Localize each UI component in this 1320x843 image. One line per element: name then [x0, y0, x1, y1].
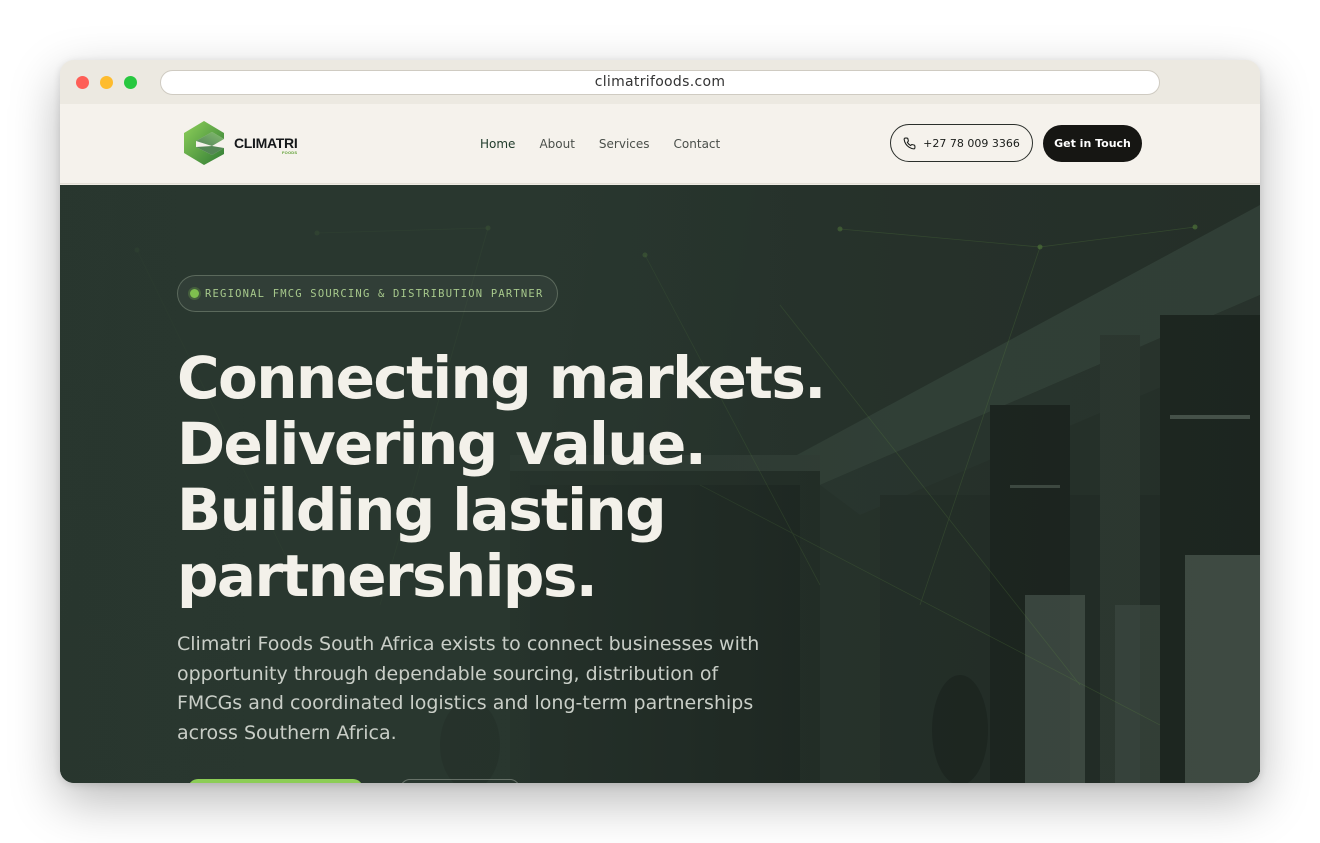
headline-line: Building lasting	[177, 476, 667, 544]
nav-link-about[interactable]: About	[539, 137, 574, 151]
headline-line: Connecting markets.	[177, 344, 826, 412]
headline-line: Delivering value.	[177, 410, 707, 478]
nav-link-contact[interactable]: Contact	[674, 137, 721, 151]
browser-window: climatrifoods.com CLIMATRI FOODS Home Ab…	[60, 60, 1260, 783]
hero-description: Climatri Foods South Africa exists to co…	[177, 633, 760, 744]
hero-headline: Connecting markets. Delivering value. Bu…	[177, 345, 897, 609]
hero-badge-text: REGIONAL FMCG SOURCING & DISTRIBUTION PA…	[205, 287, 544, 300]
brand-name: CLIMATRI	[234, 135, 298, 151]
minimize-window-button[interactable]	[100, 76, 113, 89]
close-window-button[interactable]	[76, 76, 89, 89]
brand-sub: FOODS	[282, 150, 298, 155]
status-dot-icon	[190, 289, 199, 298]
phone-button[interactable]: +27 78 009 3366	[890, 124, 1033, 162]
secondary-cta-button[interactable]	[400, 779, 520, 783]
site-header: CLIMATRI FOODS Home About Services Conta…	[60, 104, 1260, 184]
maximize-window-button[interactable]	[124, 76, 137, 89]
phone-number: +27 78 009 3366	[923, 136, 1020, 150]
primary-cta-button[interactable]	[188, 779, 363, 783]
browser-titlebar: climatrifoods.com	[60, 60, 1260, 104]
main-nav: Home About Services Contact	[480, 104, 720, 184]
hero-section: REGIONAL FMCG SOURCING & DISTRIBUTION PA…	[60, 185, 1260, 783]
phone-icon	[903, 137, 916, 149]
nav-link-home[interactable]: Home	[480, 137, 515, 151]
headline-line: partnerships.	[177, 542, 598, 610]
get-in-touch-button[interactable]: Get in Touch	[1043, 125, 1142, 162]
hero-badge: REGIONAL FMCG SOURCING & DISTRIBUTION PA…	[177, 275, 559, 312]
address-bar[interactable]: climatrifoods.com	[160, 70, 1160, 95]
nav-link-services[interactable]: Services	[599, 137, 650, 151]
